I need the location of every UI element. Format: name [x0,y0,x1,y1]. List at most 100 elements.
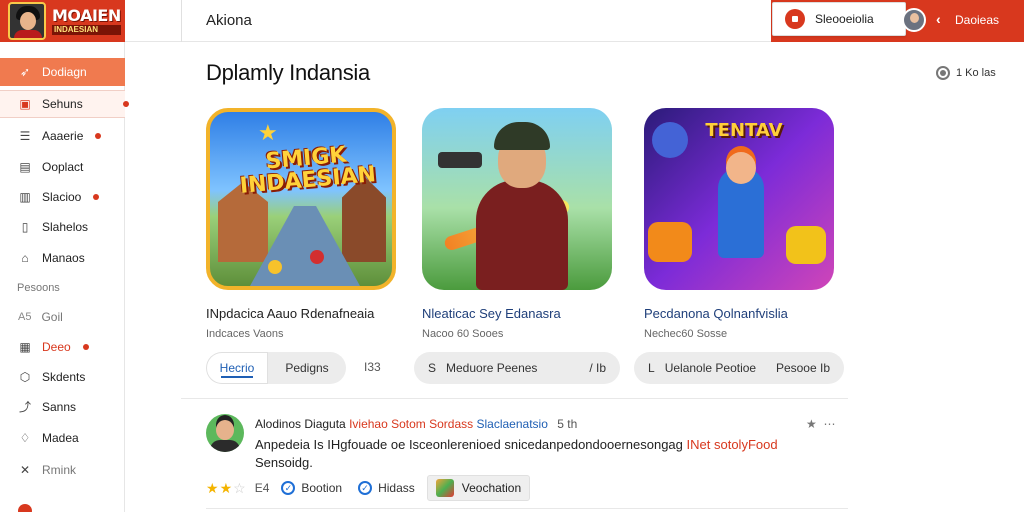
sidebar-item-slahelos[interactable]: ▯ Slahelos [0,213,125,241]
pill-suffix: / Ib [589,361,606,375]
document-icon: ▯ [21,220,29,234]
sidebar-item-label: Goil [41,310,63,324]
bell-icon: ♢ [19,431,31,445]
game-meta: Indcaces Vaons [206,328,284,340]
sidebar-bottom-badge [18,504,32,512]
sidebar-item-rmink[interactable]: ✕ Rmink [0,456,125,484]
sidebar-item-label: Skdents [42,370,86,384]
shield-icon: ⬡ [19,370,31,384]
star-icon: ★ [219,479,234,496]
layout-toggle[interactable]: I33 [364,360,381,374]
game-thumbnail[interactable]: TENTAV [644,108,834,290]
sidebar-item-label: Madea [42,431,79,445]
tab-pedigns[interactable]: Pedigns [268,352,346,384]
sidebar-item-deeo[interactable]: ▦ Deeo [0,333,125,361]
game-tag-button[interactable]: Veochation [426,475,531,501]
user-avatar[interactable] [902,8,926,32]
comment-text: Anpedeia Is IHgfouade oe Isceonlerenioed… [255,437,683,452]
status-label: Sleooeiolia [815,12,874,26]
grid-icon: ▣ [19,97,31,111]
logo-avatar [8,2,46,40]
app-window: MOAIEN INDAESIAN Akiona Sleooeiolia ‹ Da… [0,0,1024,512]
comment-link[interactable]: INet sotolyFood [687,437,778,452]
sidebar-item-sehuns[interactable]: ▣ Sehuns [0,90,129,118]
sidebar-item-label: Slacioo [42,190,82,204]
sidebar-item-label: Dodiagn [42,65,87,79]
calendar-icon: ▦ [19,340,31,354]
pill-suffix: Pesooe Ib [775,361,830,375]
gear-icon [936,66,950,80]
notification-dot [93,194,100,200]
filter-button[interactable]: 1 Ko las [936,66,996,80]
comment-author[interactable]: Alodinos Diaguta [255,417,346,431]
divider [206,508,848,509]
document-icon: ▤ [19,160,31,174]
filter-pill-uelanole[interactable]: L Uelanole Peotioe Pesooe Ib [634,352,844,384]
check-icon: ✓ [358,481,373,495]
sidebar-item-manaos[interactable]: ⌂ Manaos [0,244,125,272]
comment-tag[interactable]: Iviehao Sotom Sordass [349,417,473,431]
sidebar-item-label: Aaaerie [42,129,84,143]
comment-chip[interactable]: Bootion [301,481,342,495]
sidebar-item-sanns[interactable]: ⤴ Sanns [0,393,125,421]
comment-meta: 5 th [557,417,578,431]
divider [181,398,848,399]
pin-icon[interactable]: ★ [806,417,817,431]
list-icon: ☰ [19,129,31,143]
comment-tag[interactable]: Slaclaenatsio [477,417,548,431]
box-icon: ▥ [19,190,31,204]
rating-stars[interactable]: ★★☆ [206,480,247,497]
game-title[interactable]: Nleaticac Sey Edanasra [422,306,561,321]
link-icon: ⤴ [18,400,31,414]
comment-footer: ★★☆ E4 ✓ Bootion ✓ Hidass Veochation [206,475,531,501]
home-icon: ⌂ [21,251,29,265]
commenter-avatar[interactable] [206,414,244,452]
game-thumbnail[interactable] [422,108,612,290]
close-icon: ✕ [19,463,31,477]
comment-body: Anpedeia Is IHgfouade oe Isceonlerenioed… [255,436,815,472]
game-title[interactable]: INpdacica Aauo Rdenafneaia [206,306,374,321]
status-button[interactable]: Sleooeiolia [772,2,906,36]
sidebar-item-madea[interactable]: ♢ Madea [0,424,125,452]
tab-hecrio[interactable]: Hecrio [206,352,268,384]
more-icon[interactable]: ⋯ [823,417,835,431]
rating-label: E4 [254,481,270,495]
sidebar-section-label: Pesoons [17,282,60,294]
game-card[interactable]: ★ SMIGK INDAESIAN INpdacica Aauo Rdenafn… [206,108,396,340]
filter-pill-meduore[interactable]: S Meduore Peenes / Ib [414,352,620,384]
pill-label: Meduore Peenes [446,361,538,375]
logo-line2: INDAESIAN [52,24,121,35]
sidebar-item-prefix: A5 [18,310,32,323]
pill-icon: L [648,361,655,375]
star-icon: ★ [206,479,220,496]
game-icon [435,479,454,497]
top-bar: MOAIEN INDAESIAN Akiona Sleooeiolia ‹ Da… [0,0,1024,42]
sidebar-item-aaaerie[interactable]: ☰ Aaaerie [0,122,125,150]
star-icon: ★ [258,120,278,145]
check-icon: ✓ [281,481,296,495]
app-logo[interactable]: MOAIEN INDAESIAN [0,0,125,42]
game-thumbnail[interactable]: ★ SMIGK INDAESIAN [206,108,396,290]
record-icon [785,9,805,29]
filter-count-label: 1 Ko las [956,67,996,79]
sidebar-item-skdents[interactable]: ⬡ Skdents [0,363,125,391]
sidebar-item-goil[interactable]: A5 Goil [0,303,125,331]
sidebar-item-ooplact[interactable]: ▤ Ooplact [0,153,125,181]
game-thumbnail-logo: TENTAV [705,120,783,141]
sidebar-item-label: Sanns [42,400,77,414]
logo-line1: MOAIEN [52,5,121,25]
game-card[interactable]: Nleaticac Sey Edanasra Nacoo 60 Sooes [422,108,612,340]
sidebar-item-slacioo[interactable]: ▥ Slacioo [0,183,125,211]
notification-dot [82,344,89,350]
rocket-icon: ➶ [19,65,31,79]
segmented-tabs: Hecrio Pedigns [206,352,346,384]
chevron-left-icon[interactable]: ‹ [936,11,941,27]
comment-chip[interactable]: Hidass [378,481,415,495]
user-name[interactable]: Daoieas [955,13,999,27]
game-title[interactable]: Pecdanona Qolnanfvislia [644,306,788,321]
logo-text: MOAIEN INDAESIAN [52,5,121,35]
game-meta: Nechec60 Sosse [644,328,728,340]
sidebar-item-dodiagn[interactable]: ➶ Dodiagn [0,58,125,86]
game-card[interactable]: TENTAV Pecdanona Qolnanfvislia Nechec60 … [644,108,834,340]
page-title: Dplamly Indansia [206,60,370,85]
